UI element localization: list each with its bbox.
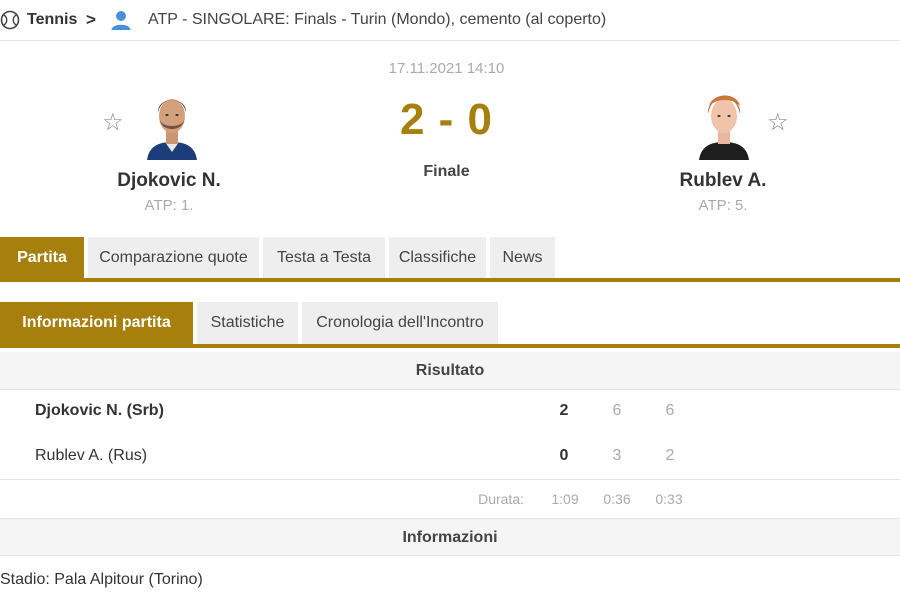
result-heading: Risultato — [0, 352, 900, 390]
away-player-rank: ATP: 5. — [698, 197, 748, 214]
stadium-info: Stadio: Pala Alpitour (Torino) — [0, 571, 203, 588]
duration-set1: 0:36 — [603, 491, 631, 507]
favorite-home-star-icon[interactable]: ☆ — [102, 111, 124, 135]
tab-comparazione-quote[interactable]: Comparazione quote — [88, 237, 259, 278]
tab-informazioni-partita[interactable]: Informazioni partita — [0, 302, 193, 344]
person-icon — [111, 11, 131, 30]
breadcrumb-sport-link[interactable]: Tennis — [27, 11, 77, 29]
favorite-away-star-icon[interactable]: ☆ — [767, 111, 789, 135]
result-row-home: Djokovic N. (Srb) 2 6 6 — [0, 390, 900, 435]
tab-news[interactable]: News — [490, 237, 555, 278]
duration-label: Durata: — [478, 491, 524, 507]
home-player-avatar[interactable] — [141, 84, 203, 160]
result-set1: 3 — [612, 447, 622, 464]
tennis-ball-icon — [0, 10, 20, 30]
home-player-rank: ATP: 1. — [144, 197, 194, 214]
result-set1: 6 — [612, 402, 622, 419]
tab-testa-a-testa[interactable]: Testa a Testa — [263, 237, 385, 278]
result-set2: 2 — [665, 447, 675, 464]
result-total: 0 — [559, 447, 569, 464]
result-row-away: Rublev A. (Rus) 0 3 2 — [0, 435, 900, 480]
duration-set2: 0:33 — [655, 491, 683, 507]
result-player-name[interactable]: Rublev A. (Rus) — [35, 447, 147, 465]
breadcrumb-separator: > — [86, 10, 96, 29]
away-player-avatar[interactable] — [693, 84, 755, 160]
duration-row: Durata: 1:09 0:36 0:33 — [0, 479, 900, 518]
match-score: 2 - 0 — [399, 95, 494, 144]
tab-statistiche[interactable]: Statistiche — [197, 302, 298, 344]
breadcrumb: Tennis > ATP - SINGOLARE: Finals - Turin… — [0, 0, 900, 41]
duration-total: 1:09 — [551, 491, 579, 507]
info-heading: Informazioni — [0, 518, 900, 556]
result-total: 2 — [559, 402, 569, 419]
away-player-name[interactable]: Rublev A. — [643, 170, 803, 192]
tab-cronologia[interactable]: Cronologia dell'Incontro — [302, 302, 498, 344]
home-player-name[interactable]: Djokovic N. — [89, 170, 249, 192]
result-set2: 6 — [665, 402, 675, 419]
match-datetime: 17.11.2021 14:10 — [388, 60, 505, 77]
main-tabs: Partita Comparazione quote Testa a Testa… — [0, 237, 900, 282]
tab-classifiche[interactable]: Classifiche — [389, 237, 486, 278]
breadcrumb-tournament-link[interactable]: ATP - SINGOLARE: Finals - Turin (Mondo),… — [148, 11, 606, 29]
result-player-name[interactable]: Djokovic N. (Srb) — [35, 402, 164, 420]
tab-partita[interactable]: Partita — [0, 237, 84, 278]
sub-tabs: Informazioni partita Statistiche Cronolo… — [0, 302, 900, 348]
